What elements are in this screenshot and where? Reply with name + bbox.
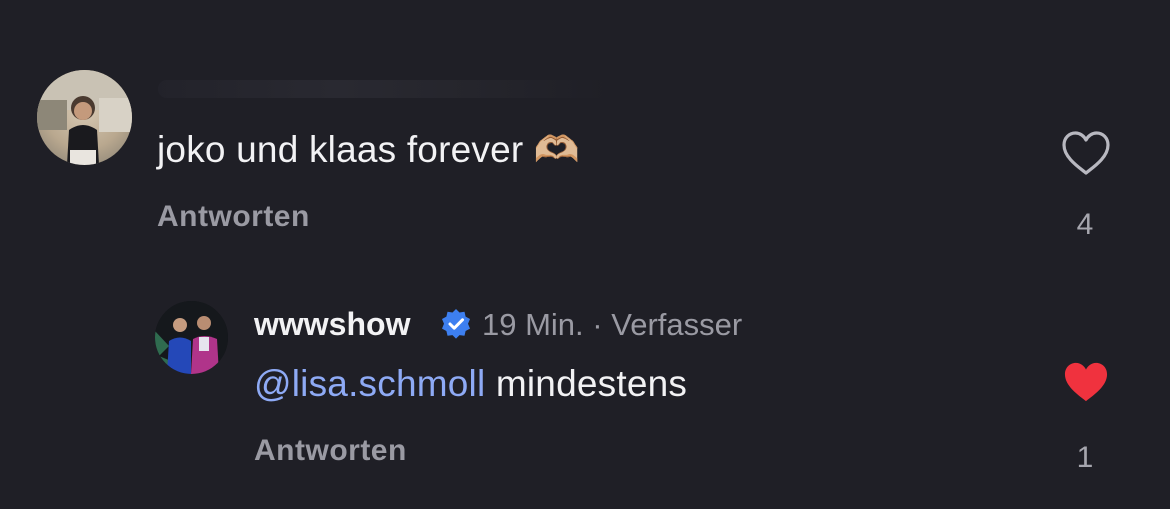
- mention-link[interactable]: @lisa.schmoll: [254, 363, 485, 404]
- verified-badge-icon: [440, 308, 472, 340]
- timestamp: 19 Min.: [482, 307, 584, 342]
- comment-body: joko und klaas forever 🫶🏼: [157, 129, 581, 170]
- reply-button[interactable]: Antworten: [157, 200, 310, 234]
- author-username[interactable]: wwwshow: [254, 306, 410, 343]
- heart-filled-icon: [1064, 362, 1108, 402]
- author-role: Verfasser: [611, 307, 743, 342]
- reply-text: @lisa.schmoll mindestens: [254, 362, 687, 406]
- like-button-2[interactable]: [1061, 360, 1111, 404]
- like-count: 4: [1076, 208, 1094, 241]
- like-count-2: 1: [1076, 441, 1094, 474]
- heart-outline-icon: [1062, 131, 1110, 175]
- reply-body: mindestens: [495, 363, 688, 404]
- like-button[interactable]: [1060, 130, 1112, 176]
- commenter-avatar[interactable]: [37, 70, 132, 165]
- separator: ·: [592, 307, 603, 342]
- comment-meta: 19 Min. · Verfasser: [482, 307, 742, 343]
- reply-button-2[interactable]: Antworten: [254, 434, 407, 468]
- redacted-username: [158, 80, 608, 98]
- comment-text: joko und klaas forever 🫶🏼: [157, 128, 580, 172]
- author-avatar[interactable]: [155, 301, 228, 374]
